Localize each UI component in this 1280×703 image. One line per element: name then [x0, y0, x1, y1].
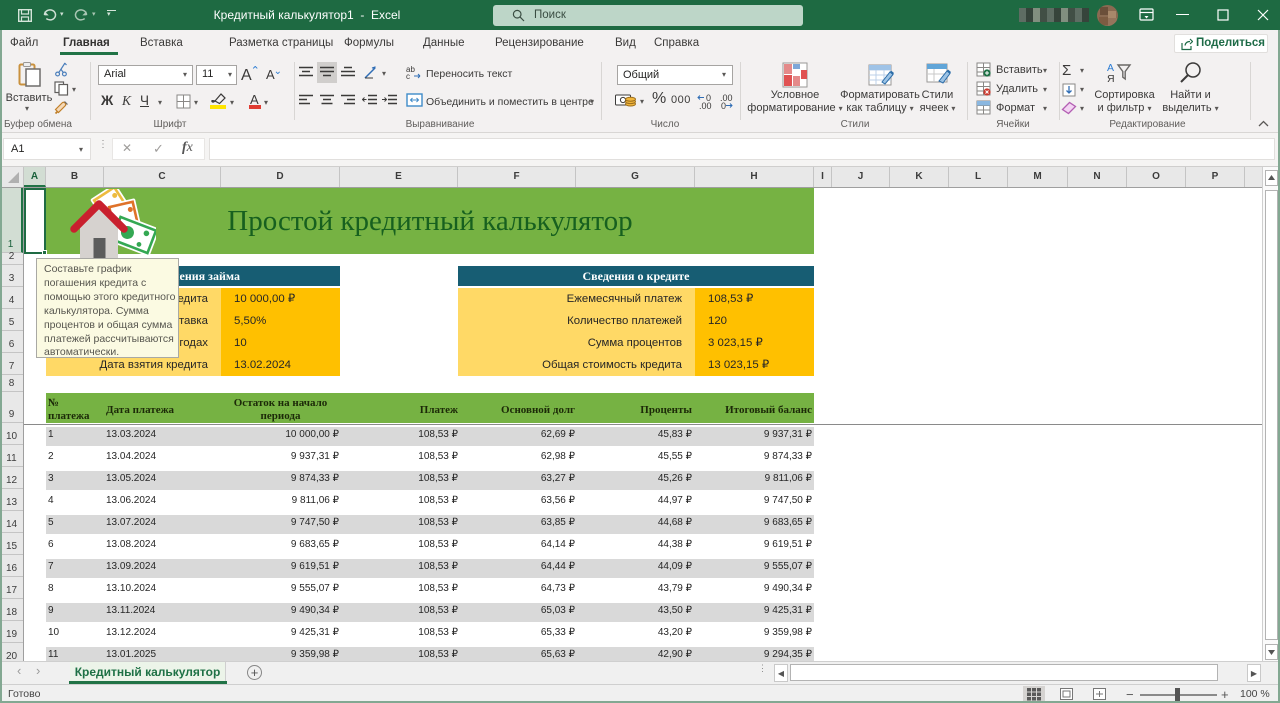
svg-text:Я: Я	[1107, 73, 1115, 85]
svg-text:c: c	[406, 72, 410, 80]
svg-text:0: 0	[721, 101, 726, 110]
svg-text:.00: .00	[699, 101, 712, 110]
